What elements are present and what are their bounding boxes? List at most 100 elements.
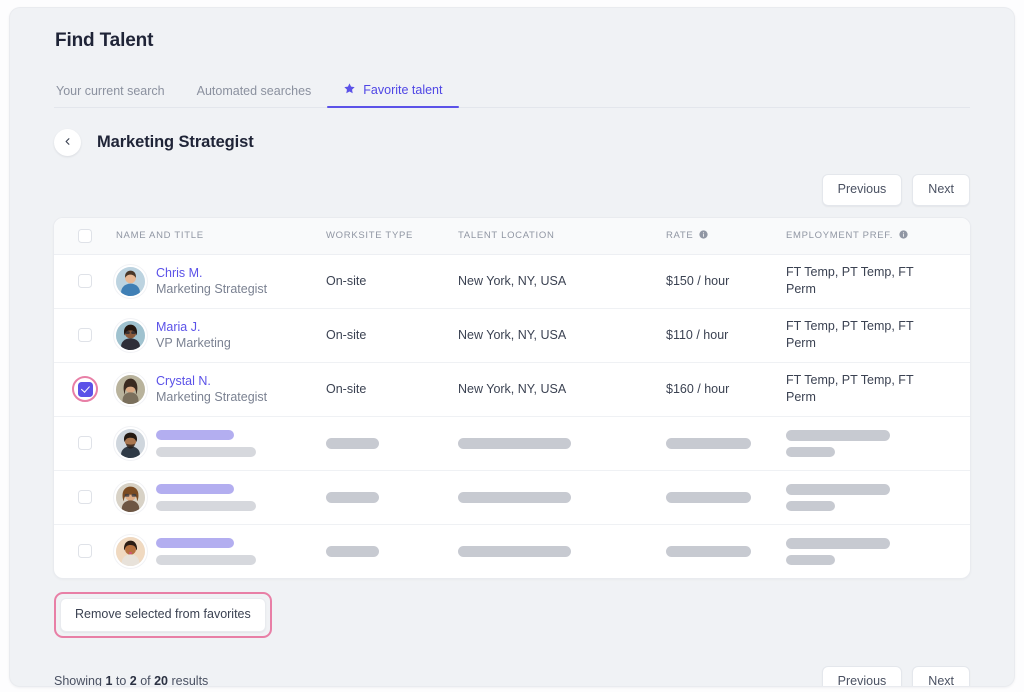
skeleton-role-bar	[156, 501, 256, 511]
employment-pref: FT Temp, PT Temp, FT Perm	[786, 318, 936, 353]
row-expand-cell[interactable]	[936, 524, 970, 578]
skeleton-role-bar	[156, 447, 256, 457]
row-rate-cell: $110 / hour	[666, 308, 786, 362]
tab-label: Your current search	[56, 84, 165, 98]
next-button-bottom[interactable]: Next	[912, 666, 970, 687]
table-body: Chris M. Marketing Strategist On-site Ne…	[54, 254, 970, 578]
table-header-row: NAME AND TITLE WORKSITE TYPE TALENT LOCA…	[54, 218, 970, 255]
row-worksite-cell	[326, 470, 458, 524]
skeleton-bar	[786, 501, 835, 511]
table-row[interactable]: Maria J. VP Marketing On-site New York, …	[54, 308, 970, 362]
row-location-cell	[458, 416, 666, 470]
row-checkbox[interactable]	[78, 436, 92, 450]
row-rate-cell	[666, 416, 786, 470]
table-row[interactable]	[54, 524, 970, 578]
skeleton-bar	[326, 438, 379, 449]
remove-selected-from-favorites-button[interactable]: Remove selected from favorites	[60, 598, 266, 632]
row-worksite-cell: On-site	[326, 362, 458, 416]
showing-prefix: Showing	[54, 674, 105, 686]
talent-name-link[interactable]: Maria J.	[156, 319, 231, 336]
previous-button-bottom[interactable]: Previous	[822, 666, 903, 687]
row-expand-cell[interactable]	[936, 470, 970, 524]
next-button-top[interactable]: Next	[912, 174, 970, 206]
column-label: WORKSITE TYPE	[326, 230, 413, 241]
employment-pref: FT Temp, PT Temp, FT Perm	[786, 264, 936, 299]
row-checkbox[interactable]	[78, 328, 92, 342]
column-header-employment[interactable]: EMPLOYMENT PREF.	[786, 218, 970, 255]
row-checkbox[interactable]	[78, 382, 93, 397]
row-expand-cell[interactable]	[936, 362, 970, 416]
row-name-cell	[116, 416, 326, 470]
row-checkbox[interactable]	[78, 490, 92, 504]
skeleton-role-bar	[156, 555, 256, 565]
row-select-cell	[54, 470, 116, 524]
talent-name-link[interactable]: Crystal N.	[156, 373, 267, 390]
talent-role: Marketing Strategist	[156, 281, 267, 298]
column-header-name[interactable]: NAME AND TITLE	[116, 218, 326, 255]
talent-role: Marketing Strategist	[156, 389, 267, 406]
row-worksite-cell: On-site	[326, 254, 458, 308]
skeleton-bar	[786, 447, 835, 457]
avatar	[116, 537, 145, 566]
column-header-worksite[interactable]: WORKSITE TYPE	[326, 218, 458, 255]
showing-of: of	[137, 674, 154, 686]
tab-automated-searches[interactable]: Automated searches	[181, 84, 328, 107]
table-header: NAME AND TITLE WORKSITE TYPE TALENT LOCA…	[54, 218, 970, 255]
skeleton-bar	[666, 546, 751, 557]
skeleton-bar	[666, 492, 751, 503]
previous-button-top[interactable]: Previous	[822, 174, 903, 206]
table-row[interactable]	[54, 416, 970, 470]
skeleton-bar	[458, 438, 571, 449]
row-name-cell	[116, 470, 326, 524]
row-rate-cell: $150 / hour	[666, 254, 786, 308]
table-footer: Showing 1 to 2 of 20 results Previous Ne…	[54, 666, 970, 687]
avatar	[116, 375, 145, 404]
talent-name-link[interactable]: Chris M.	[156, 265, 267, 282]
row-checkbox[interactable]	[78, 274, 92, 288]
table-row[interactable]	[54, 470, 970, 524]
remove-button-highlight: Remove selected from favorites	[54, 592, 272, 638]
row-select-cell	[54, 254, 116, 308]
skeleton-name-bar	[156, 538, 234, 548]
table-row[interactable]: Chris M. Marketing Strategist On-site Ne…	[54, 254, 970, 308]
avatar	[116, 267, 145, 296]
tab-your-current-search[interactable]: Your current search	[54, 84, 181, 107]
row-checkbox[interactable]	[78, 544, 92, 558]
find-talent-page: Find Talent Your current search Automate…	[10, 8, 1014, 686]
chevron-left-icon	[62, 134, 73, 152]
row-select-cell	[54, 524, 116, 578]
skeleton-bar	[326, 546, 379, 557]
row-employment-cell: FT Temp, PT Temp, FT Perm	[786, 254, 936, 308]
skeleton-bar	[786, 430, 890, 441]
info-icon[interactable]	[899, 230, 908, 242]
column-label: TALENT LOCATION	[458, 230, 555, 241]
back-button[interactable]	[54, 129, 81, 156]
row-expand-cell[interactable]	[936, 308, 970, 362]
row-rate-cell	[666, 470, 786, 524]
skeleton-bar	[666, 438, 751, 449]
row-employment-cell	[786, 524, 936, 578]
skeleton-bar	[786, 555, 835, 565]
talent-table-card: NAME AND TITLE WORKSITE TYPE TALENT LOCA…	[54, 218, 970, 578]
column-header-rate[interactable]: RATE	[666, 218, 786, 255]
column-header-location[interactable]: TALENT LOCATION	[458, 218, 666, 255]
talent-role: VP Marketing	[156, 335, 231, 352]
selected-checkbox-highlight	[72, 376, 98, 402]
page-title: Find Talent	[55, 8, 970, 52]
row-location-cell	[458, 524, 666, 578]
skeleton-bar	[458, 492, 571, 503]
avatar	[116, 429, 145, 458]
tab-favorite-talent[interactable]: Favorite talent	[327, 82, 458, 107]
row-expand-cell[interactable]	[936, 416, 970, 470]
column-label: NAME AND TITLE	[116, 230, 204, 241]
row-name-cell: Crystal N. Marketing Strategist	[116, 362, 326, 416]
select-all-checkbox[interactable]	[78, 229, 92, 243]
talent-table: NAME AND TITLE WORKSITE TYPE TALENT LOCA…	[54, 218, 970, 578]
row-expand-cell[interactable]	[936, 254, 970, 308]
table-row[interactable]: Crystal N. Marketing Strategist On-site …	[54, 362, 970, 416]
breadcrumb: Marketing Strategist	[54, 129, 970, 156]
row-location-cell: New York, NY, USA	[458, 254, 666, 308]
tab-label: Automated searches	[197, 84, 312, 98]
skeleton-bar	[326, 492, 379, 503]
info-icon[interactable]	[699, 230, 708, 242]
